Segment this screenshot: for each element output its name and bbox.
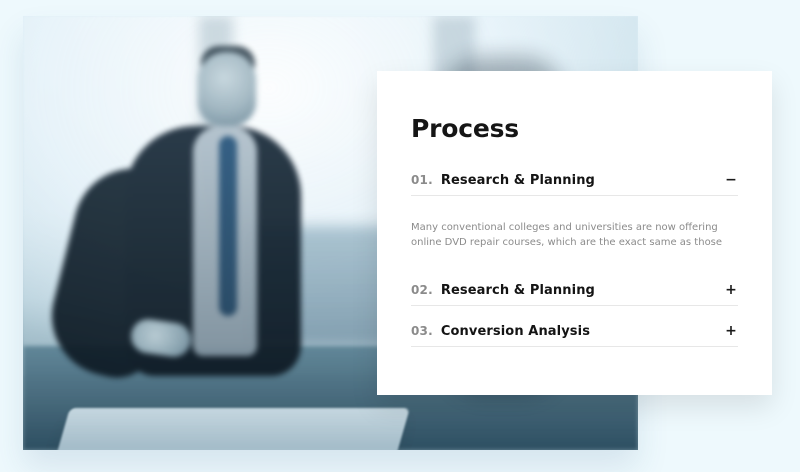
process-title: Process: [411, 114, 519, 143]
process-card: Process 01. Research & Planning − Many c…: [377, 71, 772, 395]
photo-person-tie: [219, 136, 237, 316]
accordion-spacer-1: [411, 266, 738, 275]
accordion-item-1-body: Many conventional colleges and universit…: [411, 222, 723, 248]
accordion-item-2: 02. Research & Planning +: [411, 275, 738, 306]
accordion-item-1: 01. Research & Planning − Many conventio…: [411, 165, 738, 266]
photo-person-head: [198, 52, 256, 126]
accordion-item-3: 03. Conversion Analysis +: [411, 316, 738, 347]
accordion-item-1-header[interactable]: 01. Research & Planning −: [411, 165, 738, 195]
accordion-item-1-number: 01.: [411, 172, 433, 187]
accordion-item-3-number: 03.: [411, 323, 433, 338]
accordion-item-3-title: Conversion Analysis: [440, 323, 591, 339]
accordion-item-1-title: Research & Planning: [440, 172, 595, 188]
accordion-item-2-divider: [411, 305, 738, 306]
accordion-item-1-title-group: 01. Research & Planning: [411, 173, 595, 188]
plus-icon[interactable]: +: [724, 324, 738, 338]
minus-icon[interactable]: −: [724, 173, 738, 187]
process-accordion: 01. Research & Planning − Many conventio…: [411, 165, 738, 347]
accordion-item-3-title-group: 03. Conversion Analysis: [411, 324, 590, 339]
accordion-item-3-header[interactable]: 03. Conversion Analysis +: [411, 316, 738, 346]
accordion-item-2-number: 02.: [411, 282, 433, 297]
accordion-item-2-title-group: 02. Research & Planning: [411, 283, 595, 298]
process-section: Process 01. Research & Planning − Many c…: [0, 0, 800, 472]
accordion-item-3-divider: [411, 346, 738, 347]
accordion-item-2-title: Research & Planning: [440, 282, 595, 298]
accordion-spacer-2: [411, 306, 738, 316]
accordion-item-2-header[interactable]: 02. Research & Planning +: [411, 275, 738, 305]
plus-icon[interactable]: +: [724, 283, 738, 297]
